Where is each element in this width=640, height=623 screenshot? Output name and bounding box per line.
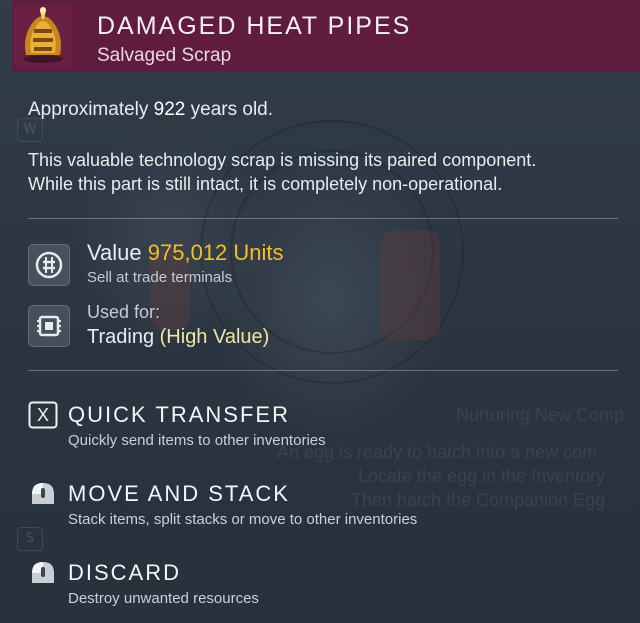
divider bbox=[28, 218, 618, 219]
action-description: Stack items, split stacks or move to oth… bbox=[68, 511, 418, 528]
chip-icon bbox=[28, 305, 70, 347]
action-description: Destroy unwanted resources bbox=[68, 590, 259, 607]
item-category: Salvaged Scrap bbox=[97, 45, 232, 66]
description-line: While this part is still intact, it is c… bbox=[28, 174, 503, 194]
value-note: Sell at trade terminals bbox=[87, 269, 233, 286]
mouse-left-icon bbox=[28, 559, 58, 587]
age-value: 922 bbox=[153, 99, 186, 120]
divider bbox=[28, 370, 618, 371]
value-label: Value bbox=[87, 240, 142, 265]
description-line: This valuable technology scrap is missin… bbox=[28, 150, 537, 170]
used-for-value: Trading bbox=[87, 326, 155, 348]
item-age: Approximately 922 years old. bbox=[28, 99, 273, 121]
used-for-qualifier: (High Value) bbox=[159, 326, 270, 348]
action-title: DISCARD bbox=[68, 560, 182, 585]
age-suffix: years old. bbox=[185, 99, 274, 120]
action-title: QUICK TRANSFER bbox=[68, 402, 290, 427]
key-hint: X bbox=[37, 405, 49, 425]
used-for-label: Used for: bbox=[87, 302, 161, 322]
x-key-icon: X bbox=[28, 401, 58, 429]
item-name: DAMAGED HEAT PIPES bbox=[97, 12, 412, 40]
heat-pipe-scrap-icon bbox=[14, 5, 72, 67]
value-amount: 975,012 Units bbox=[147, 240, 284, 265]
used-for-line: Trading (High Value) bbox=[87, 326, 269, 349]
age-prefix: Approximately bbox=[28, 99, 154, 120]
value-line: Value 975,012 Units bbox=[87, 240, 284, 266]
action-description: Quickly send items to other inventories bbox=[68, 432, 326, 449]
mouse-left-icon bbox=[28, 480, 58, 508]
action-title: MOVE AND STACK bbox=[68, 481, 290, 506]
units-currency-icon bbox=[28, 244, 70, 286]
item-description: This valuable technology scrap is missin… bbox=[28, 148, 628, 196]
